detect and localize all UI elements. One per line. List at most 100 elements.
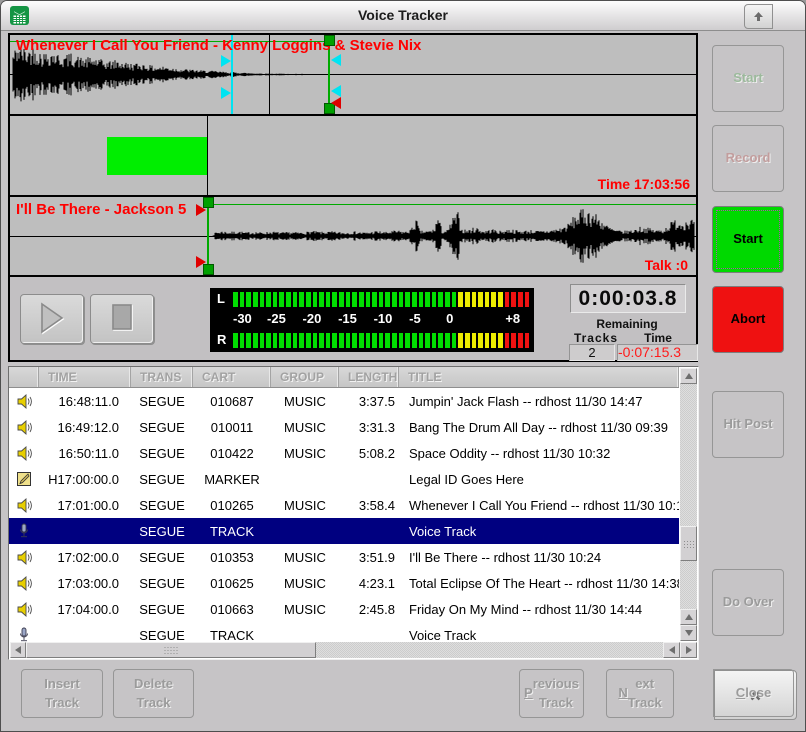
vu-segment [379,333,384,348]
insert-track-button[interactable]: Insert Track [21,669,103,718]
close-dialog-button[interactable]: Close [713,669,794,717]
voice-track-block[interactable] [107,137,207,175]
shade-button[interactable] [744,4,773,29]
vu-segment [299,333,304,348]
segue-cyan-handle-bottom[interactable] [331,85,341,97]
track3-waveform-pane[interactable]: I'll Be There - Jackson 5 Talk :0 [10,197,696,277]
scroll-left-button[interactable] [10,642,26,658]
scroll-left-button-2[interactable] [663,642,680,658]
remaining-label: Remaining [570,317,684,331]
elapsed-time-display: 0:00:03.8 [570,284,686,313]
vu-segment [399,292,404,307]
vu-segment [326,292,331,307]
track3-red-handle-top[interactable] [196,204,206,216]
log-row[interactable]: H17:00:00.0SEGUEMARKERLegal ID Goes Here [9,466,679,492]
log-cell: 010422 [193,446,271,461]
vu-segment [425,333,430,348]
vu-segment [392,292,397,307]
vu-segment [359,292,364,307]
vu-segment [346,333,351,348]
log-cell: SEGUE [131,394,193,409]
vu-segment [498,292,503,307]
up-arrow-icon [685,373,693,379]
play-cursor-handle-bottom[interactable] [221,87,231,99]
voice-track-editor: Whenever I Call You Friend - Kenny Loggi… [8,33,698,362]
vertical-scroll-thumb[interactable] [680,526,697,561]
vu-segment [485,333,490,348]
log-row[interactable]: 17:04:00.0SEGUE010663MUSIC2:45.8Friday O… [9,596,679,622]
scroll-right-button[interactable] [680,642,697,658]
thumb-grip [683,540,695,548]
vu-segment [465,292,470,307]
log-row[interactable]: 17:03:00.0SEGUE010625MUSIC4:23.1Total Ec… [9,570,679,596]
horizontal-scroll-thumb[interactable] [26,642,316,658]
log-row[interactable]: 16:48:11.0SEGUE010687MUSIC3:37.5Jumpin' … [9,388,679,414]
delete-track-button[interactable]: Delete Track [113,669,194,718]
start-disabled-button[interactable]: Start [712,45,784,112]
shade-up-icon [753,11,764,22]
scroll-up-button[interactable] [680,368,697,384]
start-button[interactable]: Start [712,206,784,273]
next-track-button[interactable]: Next Track [606,669,674,718]
scroll-up-button-2[interactable] [680,609,697,625]
meter-scale-label: -25 [267,311,286,326]
log-cell: SEGUE [131,472,193,487]
vu-segment [299,292,304,307]
vu-left-label: L [217,291,225,306]
abort-button[interactable]: Abort [712,286,784,353]
vu-segment [346,292,351,307]
log-cell: Legal ID Goes Here [399,472,679,487]
log-cell: SEGUE [131,550,193,565]
vertical-scrollbar[interactable] [680,368,697,641]
log-row-selected[interactable]: SEGUETRACKVoice Track [9,518,679,544]
log-row[interactable]: SEGUETRACKVoice Track [9,622,679,643]
left-arrow-icon [15,646,21,654]
vu-segment [286,333,291,348]
track1-waveform-pane[interactable]: Whenever I Call You Friend - Kenny Loggi… [10,35,696,116]
vu-segment [233,333,238,348]
vu-segment [432,333,437,348]
do-over-button[interactable]: Do Over [712,569,784,636]
log-cell: H17:00:00.0 [39,472,131,487]
thumb-grip [164,646,179,654]
horizontal-scrollbar[interactable] [10,642,697,658]
vu-segment [458,292,463,307]
stop-button[interactable] [90,294,154,344]
vu-segment [332,333,337,348]
speaker-icon [9,393,39,410]
segue-cyan-handle-top[interactable] [331,54,341,66]
log-cell: SEGUE [131,524,193,539]
log-row[interactable]: 17:01:00.0SEGUE010265MUSIC3:58.4Whenever… [9,492,679,518]
vu-segment [266,292,271,307]
meter-scale-label: +8 [505,311,520,326]
speaker-icon [9,549,39,566]
scroll-down-button[interactable] [680,625,697,641]
previous-track-button[interactable]: Previous Track [519,669,584,718]
record-button[interactable]: Record [712,125,784,192]
vu-segment [518,333,523,348]
titlebar[interactable]: Voice Tracker [1,1,805,31]
vu-segment [511,292,516,307]
log-cell: SEGUE [131,628,193,643]
vu-segment [525,333,530,348]
log-row[interactable]: 16:49:12.0SEGUE010011MUSIC3:31.3Bang The… [9,414,679,440]
vu-segment [313,333,318,348]
vu-segment [240,292,245,307]
track2-voice-pane[interactable]: Time 17:03:56 [10,116,696,197]
track3-red-handle-bottom[interactable] [196,256,206,268]
log-cell: 16:48:11.0 [39,394,131,409]
log-cell: 17:01:00.0 [39,498,131,513]
right-arrow-icon [686,646,692,654]
vu-segment [366,292,371,307]
log-row[interactable]: 17:02:00.0SEGUE010353MUSIC3:51.9I'll Be … [9,544,679,570]
vu-segment [266,333,271,348]
hit-post-button[interactable]: Hit Post [712,391,784,458]
segue-red-handle[interactable] [331,97,341,109]
play-button[interactable] [20,294,84,344]
log-cell: SEGUE [131,498,193,513]
speaker-icon [9,445,39,462]
segue-marker-handle-top[interactable] [324,35,335,46]
play-cursor-handle-top[interactable] [221,55,231,67]
log-row[interactable]: 16:50:11.0SEGUE010422MUSIC5:08.2Space Od… [9,440,679,466]
vu-segment [445,292,450,307]
